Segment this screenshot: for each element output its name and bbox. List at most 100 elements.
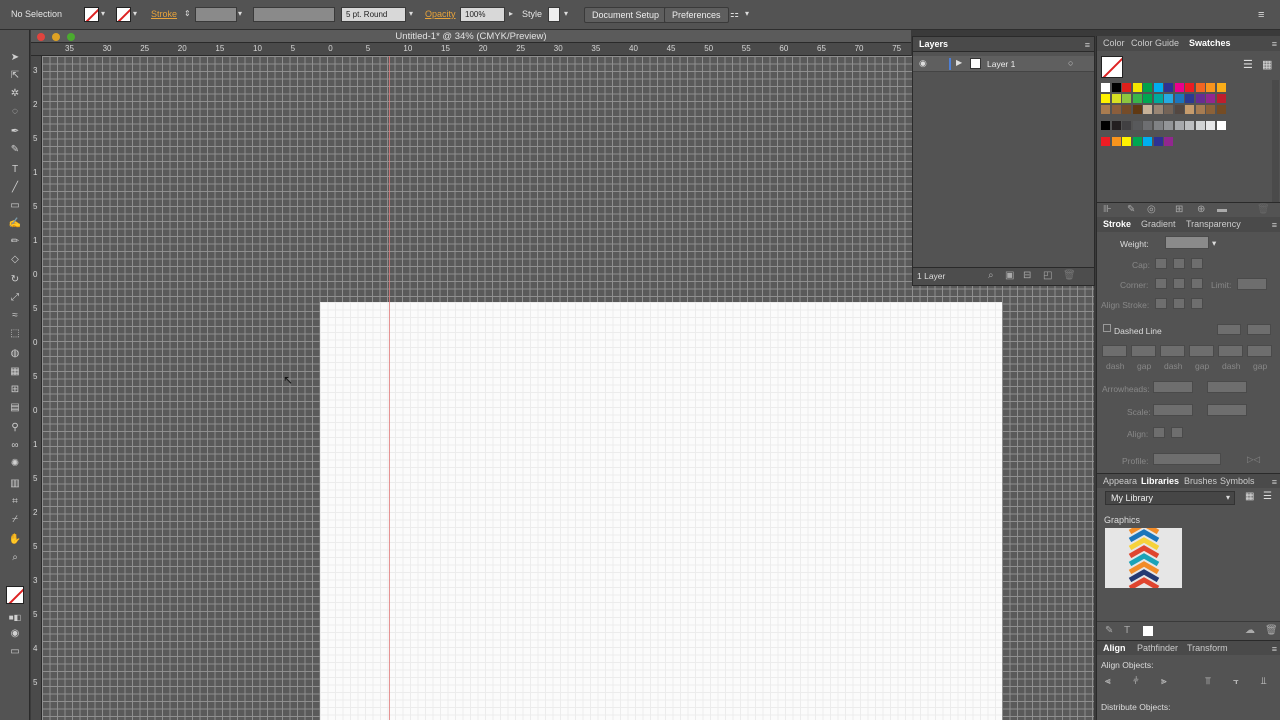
scale-tool-icon[interactable]: ⤢ [8, 292, 22, 304]
align-dash-button[interactable] [1247, 324, 1271, 335]
weight-dropdown-icon[interactable]: ▾ [1212, 238, 1216, 249]
flip-along-icon[interactable]: ▷◁ [1247, 454, 1260, 465]
new-layer-icon[interactable]: ◰ [1043, 270, 1052, 281]
symbol-sprayer-tool-icon[interactable]: ✺ [8, 458, 22, 470]
zoom-tool-icon[interactable]: ⌕ [8, 552, 22, 564]
tab-gradient[interactable]: Gradient [1137, 217, 1180, 232]
color-swatch[interactable] [1195, 83, 1205, 92]
butt-cap-button[interactable] [1155, 258, 1167, 269]
style-dropdown-icon[interactable]: ▾ [564, 9, 568, 18]
tab-appearance[interactable]: Appeara [1099, 474, 1141, 489]
profile-select[interactable] [1153, 453, 1221, 465]
color-swatch[interactable] [1185, 83, 1194, 92]
new-swatch-icon[interactable]: ⊕ [1197, 204, 1205, 215]
miter-join-button[interactable] [1155, 278, 1167, 289]
limit-field[interactable] [1237, 278, 1267, 290]
color-swatch[interactable] [1216, 121, 1226, 130]
color-swatch[interactable] [1143, 105, 1152, 114]
tab-symbols[interactable]: Symbols [1216, 474, 1259, 489]
align-outside-button[interactable] [1191, 298, 1203, 309]
color-swatch[interactable] [1206, 83, 1215, 92]
color-swatch[interactable] [1143, 137, 1152, 146]
color-swatch[interactable] [1132, 83, 1142, 92]
opacity-arrow-icon[interactable]: ▸ [509, 9, 513, 18]
new-color-group-icon[interactable]: ⊞ [1175, 204, 1183, 215]
align-vertical-center-icon[interactable]: ⫟ [1233, 676, 1239, 687]
color-swatch[interactable] [1111, 83, 1121, 92]
arrow-place-button[interactable] [1171, 427, 1183, 438]
align-left-icon[interactable]: ⫷ [1105, 676, 1111, 687]
color-swatch[interactable] [1122, 121, 1131, 130]
list-view-icon[interactable]: ☰ [1243, 58, 1253, 71]
gap-field-3[interactable] [1247, 345, 1272, 357]
color-swatch[interactable] [1153, 137, 1163, 146]
color-swatch[interactable] [1216, 94, 1226, 103]
color-swatch[interactable] [1185, 121, 1194, 130]
type-tool-icon[interactable]: T [8, 164, 22, 176]
stroke-label[interactable]: Stroke [151, 9, 177, 19]
variable-width-field[interactable] [253, 7, 335, 22]
align-top-icon[interactable]: ⫪ [1205, 676, 1211, 687]
tab-layers[interactable]: Layers [915, 37, 952, 52]
dashed-line-checkbox[interactable] [1103, 324, 1111, 332]
direct-selection-tool-icon[interactable]: ⇱ [8, 70, 22, 82]
locate-object-icon[interactable]: ⌕ [988, 270, 994, 281]
panel-menu-icon[interactable]: ≡ [1258, 9, 1264, 21]
dash-field-3[interactable] [1218, 345, 1243, 357]
color-swatch[interactable] [1132, 121, 1142, 130]
color-swatch[interactable] [1132, 137, 1142, 146]
tab-color[interactable]: Color [1099, 36, 1129, 51]
mesh-tool-icon[interactable]: ⊞ [8, 384, 22, 396]
color-swatch[interactable] [1216, 105, 1226, 114]
tab-align[interactable]: Align [1099, 641, 1130, 656]
tab-transform[interactable]: Transform [1183, 641, 1232, 656]
paintbrush-tool-icon[interactable]: ✍ [8, 218, 22, 230]
round-cap-button[interactable] [1173, 258, 1185, 269]
stroke-weight-dropdown-icon[interactable]: ▾ [238, 9, 242, 18]
stroke-dropdown-icon[interactable]: ▾ [133, 9, 137, 18]
color-swatch[interactable] [1216, 83, 1226, 92]
folder-icon[interactable]: ▬ [1217, 204, 1227, 215]
color-swatch[interactable] [1111, 137, 1121, 146]
color-swatch[interactable] [1101, 105, 1110, 114]
column-graph-tool-icon[interactable]: ▥ [8, 478, 22, 490]
align-inside-button[interactable] [1173, 298, 1185, 309]
fill-swatch[interactable] [84, 7, 99, 22]
swatch-libraries-icon[interactable]: ⊪ [1103, 204, 1112, 215]
free-transform-tool-icon[interactable]: ⬚ [8, 328, 22, 340]
add-color-icon[interactable] [1143, 626, 1153, 636]
color-swatch[interactable] [1174, 94, 1184, 103]
clipping-mask-icon[interactable]: ▣ [1005, 270, 1014, 281]
blend-tool-icon[interactable]: ∞ [8, 440, 22, 452]
color-swatch[interactable] [1164, 137, 1173, 146]
shape-builder-tool-icon[interactable]: ◍ [8, 348, 22, 360]
tab-pathfinder[interactable]: Pathfinder [1133, 641, 1182, 656]
tab-stroke[interactable]: Stroke [1099, 217, 1135, 232]
layer-row[interactable]: ◉ ▶ Layer 1 ○ [913, 56, 1094, 72]
artboard-tool-icon[interactable]: ⌗ [8, 496, 22, 508]
end-scale-field[interactable] [1207, 404, 1247, 416]
style-swatch[interactable] [548, 7, 560, 22]
add-graphic-icon[interactable]: ✎ [1105, 625, 1113, 636]
color-swatch[interactable] [1132, 105, 1142, 114]
color-swatch[interactable] [1206, 105, 1215, 114]
tab-libraries[interactable]: Libraries [1137, 474, 1183, 489]
tab-transparency[interactable]: Transparency [1182, 217, 1245, 232]
library-dropdown-icon[interactable]: ▾ [1226, 493, 1230, 502]
fill-dropdown-icon[interactable]: ▾ [101, 9, 105, 18]
color-swatch[interactable] [1164, 83, 1173, 92]
swatch-options-icon[interactable]: ◎ [1147, 204, 1156, 215]
color-swatch[interactable] [1195, 105, 1205, 114]
lasso-tool-icon[interactable]: ◌ [8, 106, 22, 118]
arrow-extend-button[interactable] [1153, 427, 1165, 438]
color-swatch[interactable] [1111, 105, 1121, 114]
end-arrowhead-select[interactable] [1207, 381, 1247, 393]
fill-stroke-swatch[interactable] [6, 586, 24, 604]
new-sublayer-icon[interactable]: ⊟ [1023, 270, 1031, 281]
line-tool-icon[interactable]: ╱ [8, 182, 22, 194]
graphic-thumbnail[interactable] [1105, 521, 1182, 591]
rotate-tool-icon[interactable]: ↻ [8, 274, 22, 286]
preferences-button[interactable]: Preferences [664, 7, 729, 23]
delete-swatch-icon[interactable]: 🗑 [1257, 204, 1270, 215]
color-swatch[interactable] [1185, 94, 1194, 103]
